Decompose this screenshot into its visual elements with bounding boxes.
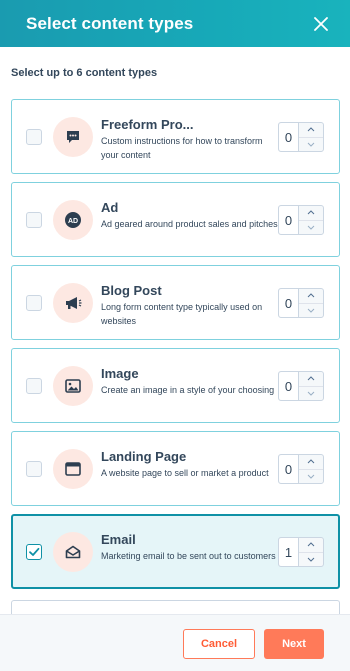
quantity-input[interactable]: 1 <box>279 538 299 566</box>
content-type-icon-wrapper <box>53 117 93 157</box>
chevron-down-icon <box>307 391 315 396</box>
image-icon <box>65 379 81 393</box>
content-type-icon-wrapper: AD <box>53 200 93 240</box>
quantity-stepper[interactable]: 1 <box>278 537 324 567</box>
cancel-button[interactable]: Cancel <box>183 629 255 659</box>
quantity-input[interactable]: 0 <box>279 372 299 400</box>
dialog-subtitle: Select up to 6 content types <box>11 67 158 79</box>
chevron-up-icon <box>307 542 315 547</box>
browser-window-icon <box>65 462 81 476</box>
chevron-up-icon <box>307 376 315 381</box>
content-type-title: Email <box>101 532 136 547</box>
decrement-button[interactable] <box>299 385 323 401</box>
increment-button[interactable] <box>299 206 323 220</box>
megaphone-icon <box>66 297 82 309</box>
content-type-checkbox[interactable] <box>26 212 42 228</box>
content-type-title: Blog Post <box>101 283 162 298</box>
content-type-card-ad[interactable]: AD Ad Ad geared around product sales and… <box>11 182 340 257</box>
dialog-body[interactable]: Select up to 6 content types Freeform Pr… <box>0 47 350 614</box>
decrement-button[interactable] <box>299 219 323 235</box>
content-type-title: Landing Page <box>101 449 187 464</box>
quantity-stepper[interactable]: 0 <box>278 122 324 152</box>
content-type-card-partial[interactable] <box>11 600 340 614</box>
content-type-description: Create an image in a style of your choos… <box>101 385 275 395</box>
chevron-up-icon <box>307 210 315 215</box>
content-type-description: A website page to sell or market a produ… <box>101 468 269 478</box>
chevron-down-icon <box>307 557 315 562</box>
quantity-input[interactable]: 0 <box>279 206 299 234</box>
content-type-checkbox[interactable] <box>26 544 42 560</box>
content-type-description: Marketing email to be sent out to custom… <box>101 551 276 561</box>
content-type-card-email[interactable]: Email Marketing email to be sent out to … <box>11 514 340 589</box>
content-type-icon-wrapper <box>53 366 93 406</box>
quantity-input[interactable]: 0 <box>279 123 299 151</box>
increment-button[interactable] <box>299 455 323 469</box>
dialog-header: Select content types <box>0 0 350 47</box>
content-type-icon-wrapper <box>53 532 93 572</box>
content-type-description: Long form content type typically used on… <box>101 302 263 326</box>
close-icon <box>314 16 328 31</box>
content-type-card-landing-page[interactable]: Landing Page A website page to sell or m… <box>11 431 340 506</box>
close-button[interactable] <box>310 13 332 35</box>
content-type-title: Image <box>101 366 139 381</box>
svg-text:AD: AD <box>68 218 78 225</box>
decrement-button[interactable] <box>299 551 323 567</box>
content-type-card-image[interactable]: Image Create an image in a style of your… <box>11 348 340 423</box>
content-type-icon-wrapper <box>53 283 93 323</box>
chevron-down-icon <box>307 474 315 479</box>
content-type-title: Ad <box>101 200 119 215</box>
decrement-button[interactable] <box>299 136 323 152</box>
content-type-card-blog-post[interactable]: Blog Post Long form content type typical… <box>11 265 340 340</box>
content-type-checkbox[interactable] <box>26 378 42 394</box>
content-type-list: Freeform Pro... Custom instructions for … <box>11 99 340 597</box>
quantity-input[interactable]: 0 <box>279 455 299 483</box>
chevron-up-icon <box>307 127 315 132</box>
increment-button[interactable] <box>299 372 323 386</box>
speech-bubble-icon <box>67 131 79 143</box>
increment-button[interactable] <box>299 538 323 552</box>
next-button[interactable]: Next <box>264 629 324 659</box>
content-type-card-freeform[interactable]: Freeform Pro... Custom instructions for … <box>11 99 340 174</box>
dialog-footer: Cancel Next <box>0 614 350 671</box>
envelope-icon <box>65 545 81 559</box>
quantity-stepper[interactable]: 0 <box>278 205 324 235</box>
chevron-down-icon <box>307 142 315 147</box>
decrement-button[interactable] <box>299 468 323 484</box>
content-type-title: Freeform Pro... <box>101 117 194 132</box>
increment-button[interactable] <box>299 289 323 303</box>
increment-button[interactable] <box>299 123 323 137</box>
chevron-up-icon <box>307 293 315 298</box>
content-type-checkbox[interactable] <box>26 129 42 145</box>
quantity-stepper[interactable]: 0 <box>278 288 324 318</box>
content-type-description: Custom instructions for how to transform… <box>101 136 263 160</box>
content-type-checkbox[interactable] <box>26 461 42 477</box>
quantity-input[interactable]: 0 <box>279 289 299 317</box>
quantity-stepper[interactable]: 0 <box>278 454 324 484</box>
checkmark-icon <box>29 547 40 556</box>
content-type-icon-wrapper <box>53 449 93 489</box>
decrement-button[interactable] <box>299 302 323 318</box>
chevron-down-icon <box>307 308 315 313</box>
quantity-stepper[interactable]: 0 <box>278 371 324 401</box>
ad-icon: AD <box>65 212 81 228</box>
content-type-checkbox[interactable] <box>26 295 42 311</box>
chevron-up-icon <box>307 459 315 464</box>
chevron-down-icon <box>307 225 315 230</box>
dialog-title: Select content types <box>26 13 194 33</box>
content-type-description: Ad geared around product sales and pitch… <box>101 219 278 229</box>
